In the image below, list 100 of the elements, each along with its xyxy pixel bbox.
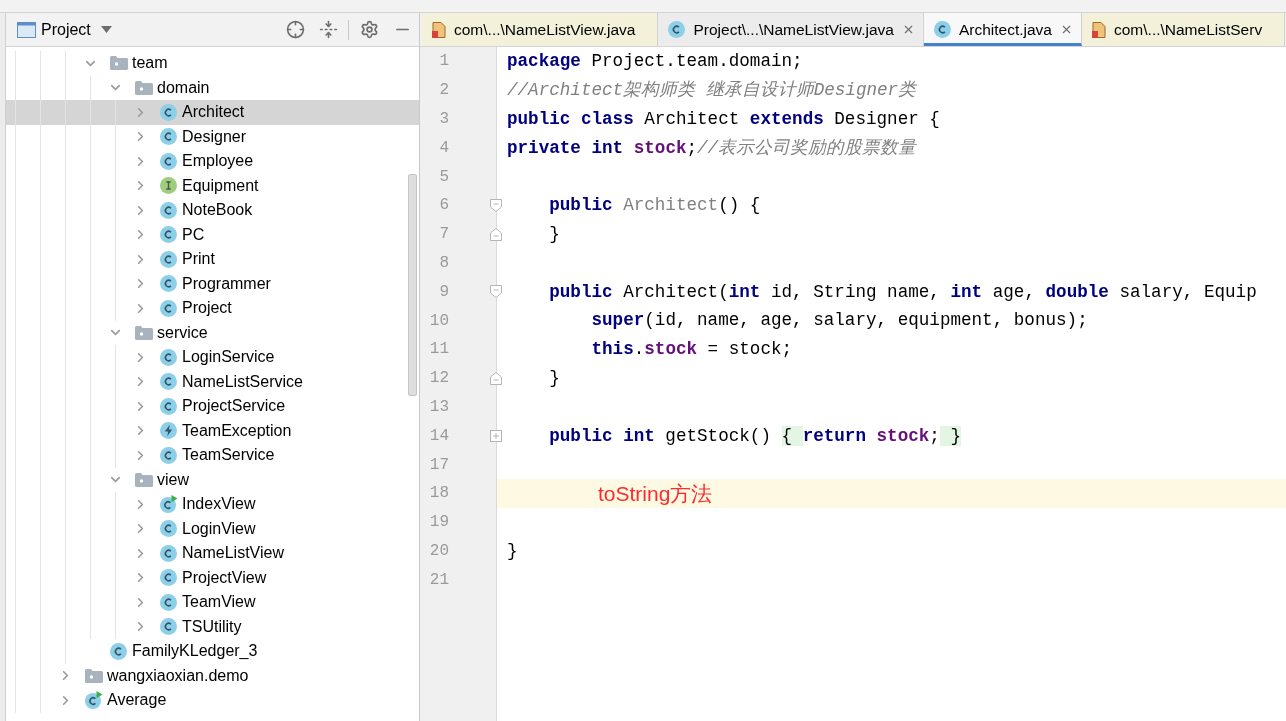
editor-tab[interactable]: Project\...\NameListView.java — [658, 13, 924, 46]
class-icon — [668, 21, 686, 38]
tree-item[interactable]: NoteBook — [6, 198, 419, 223]
line-number: 14 — [428, 425, 449, 447]
code-line: //Architect架构师类 继承自设计师Designer类 — [506, 79, 917, 102]
line-number: 4 — [438, 137, 449, 159]
tree-item[interactable]: TeamView — [6, 590, 419, 615]
plus-box-icon[interactable] — [490, 429, 502, 442]
interface-icon — [160, 177, 177, 195]
class-icon — [160, 250, 177, 268]
fold-marker-icon[interactable] — [490, 198, 502, 212]
line-number: 11 — [428, 339, 449, 361]
class-icon — [160, 275, 177, 293]
annotation-text: toString方法 — [598, 480, 713, 507]
class-icon — [160, 397, 177, 415]
lightning-class-icon — [160, 422, 177, 440]
class-icon — [160, 103, 177, 121]
tree-item[interactable]: LoginService — [6, 345, 419, 370]
code-line: } — [506, 539, 518, 563]
class-icon — [160, 348, 177, 366]
runnable-class-icon — [85, 691, 103, 710]
line-number: 8 — [438, 252, 449, 274]
fold-marker-icon[interactable] — [490, 371, 502, 385]
class-icon — [160, 544, 177, 562]
editor-tab[interactable]: com\...\NameListView.java — [422, 13, 659, 46]
fold-marker-icon[interactable] — [490, 227, 502, 241]
class-icon — [160, 299, 177, 317]
class-icon — [160, 593, 177, 611]
line-number: 1 — [438, 51, 449, 73]
tree-item[interactable]: Project — [6, 296, 419, 321]
tree-item[interactable]: Average — [6, 688, 419, 713]
class-icon — [933, 21, 951, 38]
code-line: public Architect(int id, String name, int age, double salary, Equip — [548, 280, 1257, 304]
tree-item[interactable]: ProjectService — [6, 394, 419, 419]
line-number: 9 — [438, 281, 449, 303]
tree-item[interactable]: Print — [6, 247, 419, 272]
code-line: public Architect() { — [548, 194, 761, 218]
panel-window-icon — [17, 21, 36, 38]
tree-item[interactable]: FamilyKLedger_3 — [6, 639, 419, 664]
code-line: private int stock;//表示公司奖励的股票数量 — [506, 136, 917, 160]
settings-icon[interactable] — [360, 20, 379, 39]
line-number: 2 — [438, 80, 449, 102]
scrollbar-thumb[interactable] — [408, 174, 417, 396]
tree-item[interactable]: LoginView — [6, 516, 419, 541]
line-number: 6 — [438, 195, 449, 217]
class-icon — [160, 446, 177, 464]
tree-item[interactable]: TeamService — [6, 443, 419, 468]
tree-item[interactable]: IndexView — [6, 492, 419, 517]
fold-marker-icon[interactable] — [490, 285, 502, 299]
code-line: this.stock = stock; — [590, 338, 793, 362]
tree-item[interactable]: Programmer — [6, 271, 419, 296]
line-number: 20 — [428, 540, 449, 562]
folder-icon — [135, 472, 153, 487]
folder-icon — [85, 668, 103, 683]
class-icon — [160, 373, 177, 391]
collapse-all-icon[interactable] — [319, 20, 338, 39]
line-number: 7 — [438, 224, 449, 246]
runnable-class-icon — [160, 495, 178, 514]
class-icon — [160, 152, 177, 170]
line-number: 3 — [438, 109, 449, 130]
tree-item[interactable]: wangxiaoxian.demo — [6, 663, 419, 688]
tree-item[interactable]: NameListView — [6, 541, 419, 566]
tree-item[interactable]: TeamException — [6, 418, 419, 443]
close-icon[interactable] — [1060, 23, 1073, 36]
tree-item[interactable]: ProjectView — [6, 565, 419, 590]
tree-item[interactable]: NameListService — [6, 369, 419, 394]
line-number: 10 — [428, 310, 449, 332]
class-icon — [110, 642, 127, 660]
class-icon — [160, 618, 177, 636]
line-number: 12 — [428, 368, 449, 390]
tree-item[interactable]: Equipment — [6, 173, 419, 198]
folder-icon — [110, 56, 128, 71]
crosshair-icon[interactable] — [286, 20, 305, 39]
code-line: public class Architect extends Designer { — [506, 107, 940, 131]
code-line: super(id, name, age, salary, equipment, bonus); — [590, 309, 1088, 333]
code-line: } — [548, 223, 560, 246]
java-file-icon — [432, 21, 446, 38]
folder-icon — [135, 80, 153, 95]
class-icon — [160, 226, 177, 244]
tree-item[interactable]: Employee — [6, 149, 419, 174]
line-number: 19 — [428, 512, 449, 534]
tree-item[interactable]: Architect — [6, 100, 419, 125]
class-icon — [160, 201, 177, 219]
editor-tab[interactable]: com\...\NameListServ — [1082, 13, 1286, 46]
panel-title[interactable]: Project — [41, 17, 91, 42]
class-icon — [160, 569, 177, 587]
tree-item[interactable]: service — [6, 320, 419, 345]
tree-item[interactable]: view — [6, 467, 419, 492]
tree-item[interactable]: PC — [6, 222, 419, 247]
dropdown-caret-icon[interactable] — [100, 26, 112, 33]
tree-item[interactable]: TSUtility — [6, 614, 419, 639]
line-number: 17 — [428, 454, 449, 476]
tree-item[interactable]: team — [6, 51, 419, 76]
line-number: 21 — [428, 569, 449, 591]
line-number: 18 — [428, 483, 449, 505]
tree-item[interactable]: Designer — [6, 124, 419, 149]
java-file-icon — [1092, 21, 1106, 38]
editor-tab[interactable]: Architect.java — [923, 13, 1082, 46]
folder-icon — [135, 325, 153, 340]
code-line: package Project.team.domain; — [506, 50, 803, 74]
